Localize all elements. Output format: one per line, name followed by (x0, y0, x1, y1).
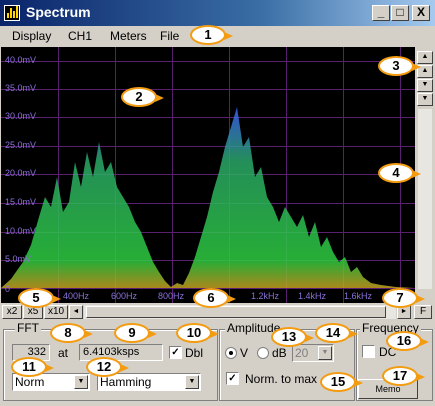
callout-14: 14 (315, 323, 358, 343)
callout-6: 6 (193, 288, 236, 308)
callout-9: 9 (114, 323, 157, 343)
db-radio-label: dB (272, 346, 287, 360)
callout-1: 1 (190, 25, 233, 45)
spectrum-plot[interactable]: 40.0mV 35.0mV 30.0mV 25.0mV 20.0mV 15.0m… (1, 47, 415, 303)
zoom-x2-button[interactable]: x2 (2, 305, 22, 319)
db-range-value: 20 (295, 346, 309, 360)
window-title: Spectrum (26, 4, 91, 20)
v-radio[interactable] (225, 347, 237, 359)
fft-at-label: at (58, 346, 69, 360)
chevron-down-icon: ▼ (74, 375, 88, 389)
callout-12: 12 (86, 357, 129, 377)
y-tick-30mv: 30.0mV (5, 111, 37, 121)
zoom-x10-button[interactable]: x10 (44, 305, 68, 319)
menu-file[interactable]: File (160, 29, 179, 43)
minimize-button[interactable]: _ (372, 5, 390, 21)
x-tick-1-6khz: 1.6kHz (344, 291, 373, 301)
dbl-label: Dbl (185, 346, 204, 360)
dbl-checkbox[interactable]: ✓ (169, 346, 182, 359)
v-radio-label: V (240, 346, 249, 360)
y-tick-10mv: 10.0mV (5, 226, 37, 236)
title-bar[interactable]: Spectrum _ □ X (0, 0, 435, 26)
f-button[interactable]: F (414, 305, 432, 319)
callout-7: 7 (382, 288, 425, 308)
callout-17: 17 (382, 366, 425, 386)
callout-15: 15 (320, 372, 363, 392)
dc-checkbox[interactable] (362, 345, 375, 358)
x-tick-400hz: 400Hz (63, 291, 90, 301)
callout-10: 10 (176, 323, 219, 343)
chevron-down-icon: ▼ (318, 346, 332, 360)
menu-display[interactable]: Display (12, 29, 51, 43)
y-tick-40mv: 40.0mV (5, 55, 37, 65)
callout-11: 11 (11, 357, 54, 377)
norm-to-max-checkbox[interactable]: ✓ (226, 372, 239, 385)
y-tick-0: 0 (5, 284, 11, 294)
spectrum-app-icon (4, 5, 20, 21)
norm-to-max-label: Norm. to max (245, 372, 318, 386)
x-tick-1-4khz: 1.4kHz (298, 291, 327, 301)
y-tick-25mv: 25.0mV (5, 140, 37, 150)
vertical-scroll-track[interactable] (418, 109, 432, 289)
close-button[interactable]: X (412, 5, 430, 21)
maximize-button[interactable]: □ (391, 5, 409, 21)
scroll-down-fast-button[interactable]: ▼ (417, 93, 433, 106)
x-tick-1-2khz: 1.2kHz (251, 291, 280, 301)
callout-16: 16 (386, 331, 429, 351)
chevron-down-icon: ▼ (185, 375, 199, 389)
callout-13: 13 (271, 327, 314, 347)
x-tick-800hz: 800Hz (158, 291, 185, 301)
fft-mode-value: Norm (15, 375, 45, 389)
fft-group-title: FFT (15, 321, 41, 335)
fft-window-value: Hamming (100, 375, 152, 389)
db-radio[interactable] (257, 347, 269, 359)
y-tick-5mv: 5.0mV (5, 254, 32, 264)
scroll-left-button[interactable]: ◄ (69, 305, 83, 319)
x-tick-600hz: 600Hz (111, 291, 138, 301)
callout-8: 8 (50, 323, 93, 343)
spectrum-trace (1, 107, 415, 288)
callout-5: 5 (18, 288, 61, 308)
callout-3: 3 (378, 56, 421, 76)
menu-meters[interactable]: Meters (110, 29, 147, 43)
menu-ch1[interactable]: CH1 (68, 29, 92, 43)
db-range-select[interactable]: 20 ▼ (292, 344, 334, 362)
horizontal-scroll-thumb[interactable] (86, 306, 386, 318)
scroll-down-button[interactable]: ▼ (417, 79, 433, 92)
y-tick-35mv: 35.0mV (5, 83, 37, 93)
y-tick-15mv: 15.0mV (5, 197, 37, 207)
callout-4: 4 (378, 163, 421, 183)
callout-2: 2 (121, 87, 164, 107)
y-tick-20mv: 20.0mV (5, 168, 37, 178)
